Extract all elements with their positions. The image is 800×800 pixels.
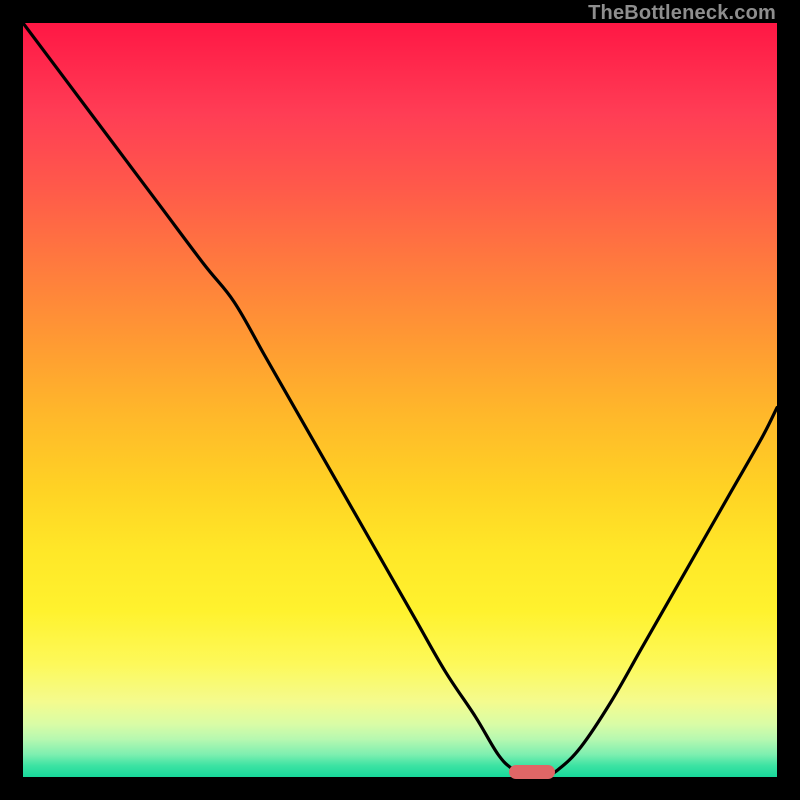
chart-frame: TheBottleneck.com: [0, 0, 800, 800]
plot-area: [23, 23, 777, 777]
optimal-marker: [509, 765, 554, 779]
watermark-text: TheBottleneck.com: [588, 2, 776, 25]
bottleneck-curve: [23, 23, 777, 777]
